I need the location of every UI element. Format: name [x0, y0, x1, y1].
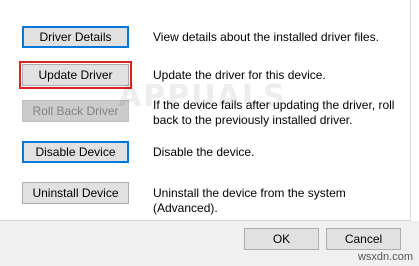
driver-details-button[interactable]: Driver Details	[22, 26, 129, 48]
uninstall-device-button[interactable]: Uninstall Device	[22, 182, 129, 204]
update-driver-description: Update the driver for this device.	[153, 68, 326, 82]
disable-device-button[interactable]: Disable Device	[22, 141, 129, 163]
dialog-footer: OK Cancel wsxdn.com	[0, 221, 419, 266]
driver-tab-panel: Driver Details View details about the in…	[0, 0, 411, 221]
uninstall-device-description: Uninstall the device from the system (Ad…	[153, 186, 346, 215]
roll-back-driver-button: Roll Back Driver	[22, 100, 129, 122]
ok-button[interactable]: OK	[244, 228, 319, 250]
roll-back-driver-description: If the device fails after updating the d…	[153, 98, 395, 127]
disable-device-description: Disable the device.	[153, 145, 255, 159]
cancel-button[interactable]: Cancel	[326, 228, 401, 250]
driver-details-description: View details about the installed driver …	[153, 30, 379, 44]
update-driver-button[interactable]: Update Driver	[19, 61, 132, 89]
site-watermark: wsxdn.com	[357, 251, 413, 263]
